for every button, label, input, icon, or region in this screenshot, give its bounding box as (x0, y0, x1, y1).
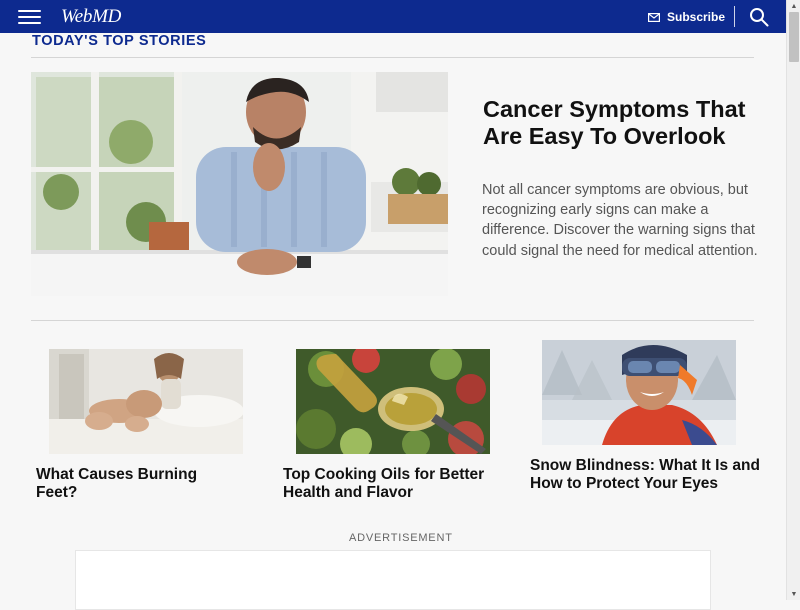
story-card-image[interactable] (296, 349, 490, 454)
scroll-down-arrow-icon[interactable]: ▼ (787, 588, 800, 600)
nav-divider (734, 6, 735, 27)
subscribe-button[interactable]: Subscribe (648, 8, 725, 26)
subscribe-label: Subscribe (667, 10, 726, 24)
story-card-image[interactable] (49, 349, 243, 454)
story-card-title[interactable]: What Causes Burning Feet? (36, 466, 236, 502)
search-icon[interactable] (749, 7, 769, 27)
story-card-title[interactable]: Snow Blindness: What It Is and How to Pr… (530, 457, 760, 493)
scroll-thumb[interactable] (789, 12, 799, 62)
story-card-title[interactable]: Top Cooking Oils for Better Health and F… (283, 466, 498, 502)
hero-headline[interactable]: Cancer Symptoms That Are Easy To Overloo… (483, 96, 763, 149)
top-nav-bar: WebMD Subscribe (0, 0, 786, 33)
story-card-image[interactable] (542, 340, 736, 445)
hero-image[interactable] (31, 72, 448, 296)
mail-icon (648, 12, 660, 22)
advertisement-slot[interactable] (75, 550, 711, 610)
webmd-logo[interactable]: WebMD (61, 6, 121, 28)
divider (31, 320, 754, 321)
hero-description: Not all cancer symptoms are obvious, but… (482, 182, 758, 259)
advertisement-label: ADVERTISEMENT (349, 532, 453, 544)
vertical-scrollbar[interactable]: ▲ ▼ (786, 0, 800, 600)
scroll-up-arrow-icon[interactable]: ▲ (787, 0, 800, 12)
divider (31, 57, 754, 58)
hamburger-menu-icon[interactable] (18, 10, 41, 24)
section-heading: TODAY'S TOP STORIES (32, 33, 207, 49)
